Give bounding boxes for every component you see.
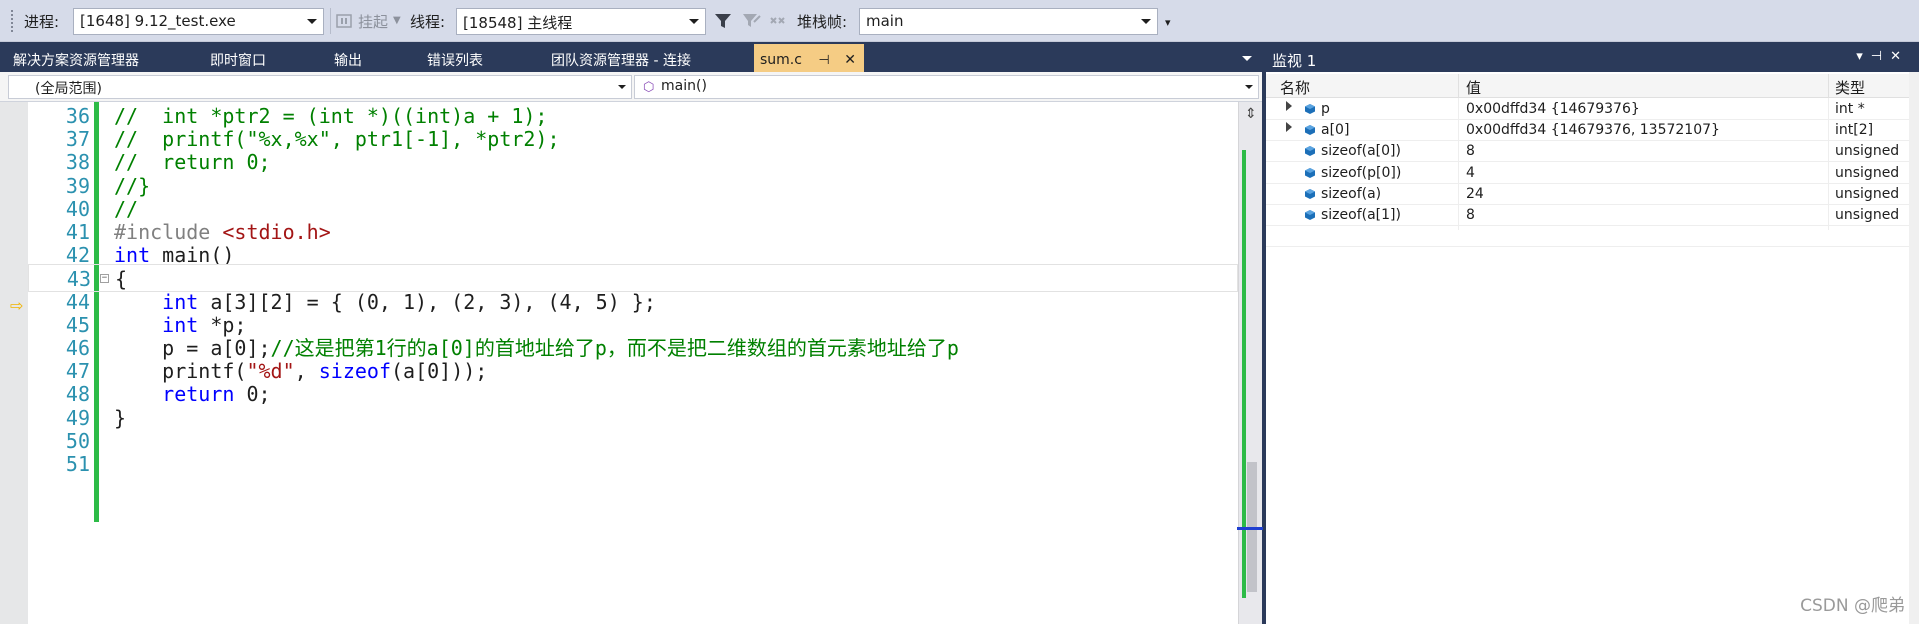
column-header-name[interactable]: 名称	[1280, 77, 1310, 98]
suspend-label[interactable]: 挂起	[358, 11, 388, 32]
watermark: CSDN @爬弟	[1800, 596, 1905, 616]
column-header-value[interactable]: 值	[1466, 77, 1481, 98]
toolbar-grip[interactable]	[10, 9, 14, 33]
process-dropdown[interactable]: [1648] 9.12_test.exe	[73, 8, 324, 35]
watch-window-title-bar: 监视 1 ▾⊣✕	[1264, 44, 1919, 72]
pin-icon[interactable]: ⊣	[818, 53, 829, 68]
watch-window: 名称 值 类型 p 0x00dffd34 {14679376} int * a[0] 0…	[1264, 72, 1919, 624]
watch-window-title: 监视 1	[1272, 52, 1317, 70]
line-number: 51	[65, 452, 90, 476]
current-statement-arrow-icon: ⇨	[10, 296, 24, 315]
tab-list-dropdown-icon[interactable]	[1242, 56, 1252, 61]
process-label: 进程:	[24, 13, 60, 31]
scope-dropdown[interactable]: (全局范围)	[8, 75, 632, 99]
tab-solution-explorer[interactable]: 解决方案资源管理器	[13, 50, 139, 70]
stackframe-dropdown[interactable]: main	[859, 8, 1158, 35]
column-gridline	[1458, 98, 1459, 230]
variable-icon	[1305, 210, 1315, 220]
variable-icon	[1305, 188, 1315, 199]
process-value: [1648] 9.12_test.exe	[80, 12, 236, 30]
tab-output[interactable]: 输出	[334, 50, 362, 70]
chevron-down-icon	[689, 19, 699, 24]
document-tab-bar: 解决方案资源管理器 即时窗口 输出 错误列表 团队资源管理器 - 连接 sum.…	[0, 44, 1262, 72]
vertical-scrollbar[interactable]: ⇕	[1237, 102, 1263, 624]
watch-type: int[2]	[1835, 122, 1874, 139]
watch-value[interactable]: 8	[1466, 207, 1475, 223]
watch-type: unsigned	[1835, 185, 1900, 202]
close-icon[interactable]: ✕	[844, 52, 856, 68]
watch-name[interactable]: p	[1321, 101, 1330, 117]
watch-scrollbar[interactable]	[1909, 72, 1919, 624]
debug-location-toolbar: 进程: [1648] 9.12_test.exe 挂起 ▼ 线程: [18548…	[0, 0, 1919, 42]
watch-name[interactable]: sizeof(a)	[1321, 186, 1381, 202]
scrollbar-change-marker	[1242, 150, 1246, 598]
filter-icon[interactable]	[712, 10, 734, 32]
watch-row[interactable]: sizeof(a[1]) 8 unsigned	[1266, 205, 1919, 226]
watch-row[interactable]: a[0] 0x00dffd34 {14679376, 13572107} int[2…	[1266, 120, 1919, 142]
expand-icon[interactable]	[1286, 122, 1292, 133]
watch-value[interactable]: 4	[1466, 165, 1475, 181]
scope-value: (全局范围)	[35, 81, 102, 97]
variable-icon	[1305, 146, 1315, 157]
thread-label: 线程:	[410, 13, 446, 31]
expand-icon[interactable]	[1286, 101, 1292, 111]
watch-value[interactable]: 0x00dffd34 {14679376, 13572107}	[1466, 122, 1720, 138]
column-separator[interactable]	[1458, 74, 1459, 98]
variable-icon	[1305, 104, 1315, 114]
tab-sum-c[interactable]: sum.c ⊣ ✕	[754, 44, 864, 72]
column-separator[interactable]	[1828, 74, 1829, 98]
breakpoint-glyph-margin[interactable]	[0, 102, 28, 624]
watch-name[interactable]: a[0]	[1321, 122, 1349, 138]
split-window-icon[interactable]: ⇕	[1245, 106, 1257, 122]
chevron-down-icon	[1141, 19, 1151, 24]
code-navigation-bar: (全局范围) ⬡ main()	[0, 72, 1262, 102]
function-value: main()	[661, 78, 707, 94]
flag-thread-icon[interactable]	[740, 10, 762, 32]
scrollbar-caret-marker	[1237, 527, 1263, 530]
chevron-down-icon	[1245, 85, 1253, 89]
toolbar-separator	[330, 8, 331, 34]
stackframe-label: 堆栈帧:	[797, 13, 848, 31]
watch-add-item-row[interactable]	[1266, 226, 1919, 248]
stackframe-value: main	[866, 12, 904, 30]
variable-icon	[1305, 167, 1315, 178]
thread-dropdown[interactable]: [18548] 主线程	[456, 8, 706, 35]
watch-value[interactable]: 0x00dffd34 {14679376}	[1466, 101, 1640, 117]
unflag-thread-icon[interactable]	[768, 10, 790, 32]
watch-header: 名称 值 类型	[1266, 74, 1919, 98]
column-gridline	[1828, 98, 1829, 230]
tab-immediate-window[interactable]: 即时窗口	[210, 50, 266, 70]
suspend-dropdown-icon[interactable]: ▼	[393, 15, 401, 26]
watch-value[interactable]: 8	[1466, 143, 1475, 159]
watch-type: unsigned	[1835, 164, 1900, 181]
tab-sum-c-label: sum.c	[760, 52, 802, 68]
watch-name[interactable]: sizeof(a[0])	[1321, 143, 1401, 159]
watch-row[interactable]: sizeof(p[0]) 4 unsigned	[1266, 163, 1919, 184]
watch-row[interactable]: sizeof(a) 24 unsigned	[1266, 184, 1919, 205]
watch-value[interactable]: 24	[1466, 186, 1484, 202]
watch-type: int *	[1835, 101, 1865, 117]
variable-icon	[1305, 125, 1315, 136]
watch-name[interactable]: sizeof(a[1])	[1321, 207, 1401, 223]
code-editor[interactable]: ⇨ − 36// int *ptr2 = (int *)((int)a + 1)…	[0, 102, 1263, 624]
toolbar-overflow-icon[interactable]: ▾	[1165, 16, 1171, 29]
watch-row[interactable]: p 0x00dffd34 {14679376} int *	[1266, 99, 1919, 120]
suspend-icon[interactable]	[334, 10, 356, 32]
method-icon: ⬡	[643, 80, 655, 95]
watch-name[interactable]: sizeof(p[0])	[1321, 165, 1401, 181]
code-line[interactable]: 51	[28, 450, 1238, 478]
window-controls[interactable]: ▾⊣✕	[1856, 49, 1909, 64]
watch-row[interactable]: sizeof(a[0]) 8 unsigned	[1266, 141, 1919, 163]
chevron-down-icon	[618, 85, 626, 89]
watch-type: unsigned	[1835, 207, 1900, 223]
chevron-down-icon	[307, 19, 317, 24]
tab-team-explorer[interactable]: 团队资源管理器 - 连接	[551, 50, 691, 70]
column-header-type[interactable]: 类型	[1835, 77, 1865, 98]
thread-value: [18548] 主线程	[463, 14, 573, 32]
tab-error-list[interactable]: 错误列表	[427, 50, 483, 70]
function-dropdown[interactable]: ⬡ main()	[634, 75, 1259, 99]
watch-type: unsigned	[1835, 143, 1900, 160]
